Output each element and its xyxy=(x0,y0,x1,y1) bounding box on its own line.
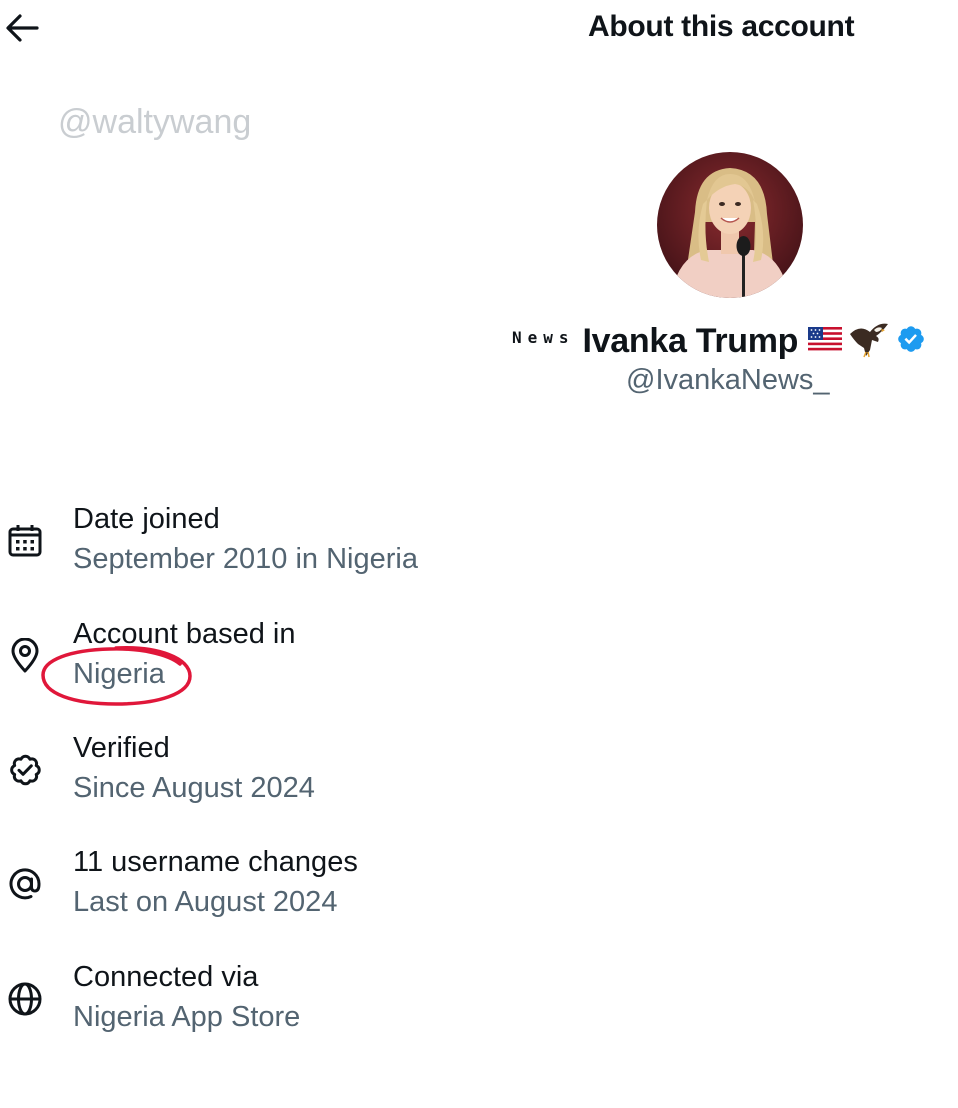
avatar[interactable] xyxy=(657,152,803,298)
info-value: Since August 2024 xyxy=(73,772,315,804)
info-date-joined: Date joined September 2010 in Nigeria xyxy=(0,503,958,593)
watermark: @waltywang xyxy=(58,103,252,141)
info-value: Last on August 2024 xyxy=(73,886,338,918)
info-connected-via: Connected via Nigeria App Store xyxy=(0,961,958,1051)
info-value: Nigeria App Store xyxy=(73,1001,301,1033)
info-value: September 2010 in Nigeria xyxy=(73,543,418,575)
info-label: Date joined xyxy=(73,503,220,535)
at-sign-icon xyxy=(9,868,41,900)
profile-name-row: News Ivanka Trump xyxy=(512,318,952,364)
location-pin-icon xyxy=(11,638,39,673)
info-label: Verified xyxy=(73,732,170,764)
info-username-changes: 11 username changes Last on August 2024 xyxy=(0,846,958,936)
red-circle-annotation xyxy=(41,646,192,706)
info-verified: Verified Since August 2024 xyxy=(0,732,958,822)
us-flag-icon xyxy=(808,326,843,356)
verified-checkmark-icon[interactable] xyxy=(896,324,926,359)
info-label: 11 username changes xyxy=(73,846,358,878)
verified-badge-outline-icon xyxy=(10,754,41,786)
eagle-icon xyxy=(848,320,890,363)
profile-handle: @IvankaNews_ xyxy=(626,364,830,396)
page-title: About this account xyxy=(588,10,855,43)
calendar-icon xyxy=(8,525,42,557)
info-label: Connected via xyxy=(73,961,259,993)
display-name: Ivanka Trump xyxy=(582,321,799,360)
name-prefix: News xyxy=(512,327,575,347)
back-button[interactable] xyxy=(2,8,42,48)
globe-icon xyxy=(8,982,42,1016)
arrow-left-icon xyxy=(6,14,39,42)
